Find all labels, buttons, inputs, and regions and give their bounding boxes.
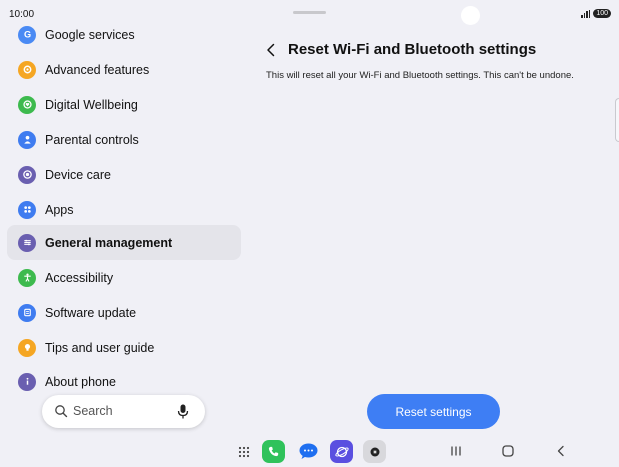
status-indicators: 100 [581,9,611,18]
edge-panel-handle[interactable] [615,98,619,142]
sidebar-item-tips-and-user-guide[interactable]: Tips and user guide [7,330,241,365]
sidebar-item-device-care[interactable]: Device care [7,157,241,192]
sidebar-item-label: General management [45,235,173,250]
sidebar-item-label: Google services [45,27,135,42]
back-button[interactable] [262,41,280,59]
svg-text:G: G [23,30,30,40]
sliders-icon [18,233,36,252]
search-input[interactable]: Search [73,404,113,418]
back-nav-button[interactable] [554,444,568,458]
info-icon [18,372,36,391]
sidebar-item-label: Parental controls [45,132,139,147]
sidebar-item-label: Software update [45,305,137,320]
device-care-icon [18,165,36,184]
sidebar-item-label: Advanced features [45,62,150,77]
google-icon: G [18,25,36,44]
drag-handle[interactable] [293,11,326,14]
sidebar-item-software-update[interactable]: Software update [7,295,241,330]
sidebar-item-label: Apps [45,202,74,217]
phone-app-icon[interactable] [262,440,285,463]
sidebar-item-advanced-features[interactable]: Advanced features [7,52,241,87]
gear-plus-icon [18,60,36,79]
page-title: Reset Wi-Fi and Bluetooth settings [288,41,537,58]
recents-button[interactable] [449,444,463,458]
sidebar-item-label: About phone [45,374,116,389]
sidebar-item-general-management[interactable]: General management [7,225,241,260]
apps-drawer-icon[interactable] [232,440,255,463]
lightbulb-icon [18,338,36,357]
signal-icon [581,9,591,18]
messages-app-icon[interactable] [297,440,320,463]
software-update-icon [18,303,36,322]
heart-icon [18,95,36,114]
sidebar-item-accessibility[interactable]: Accessibility [7,260,241,295]
sidebar-item-apps[interactable]: Apps [7,192,241,227]
microphone-icon[interactable] [176,403,190,420]
sidebar-item-about-phone[interactable]: About phone [7,364,241,399]
sidebar-item-label: Accessibility [45,270,114,285]
front-camera [461,6,480,25]
accessibility-icon [18,268,36,287]
reset-settings-button[interactable]: Reset settings [367,394,500,429]
camera-app-icon[interactable] [363,440,386,463]
sidebar-item-label: Digital Wellbeing [45,97,138,112]
reset-description: This will reset all your Wi-Fi and Bluet… [266,70,574,81]
home-button[interactable] [501,444,515,458]
sidebar-item-label: Device care [45,167,111,182]
person-icon [18,130,36,149]
taskbar [0,436,619,467]
sidebar-item-label: Tips and user guide [45,340,155,355]
sidebar-item-digital-wellbeing[interactable]: Digital Wellbeing [7,87,241,122]
sidebar-item-parental-controls[interactable]: Parental controls [7,122,241,157]
sidebar-item-google-services[interactable]: G Google services [7,17,241,52]
search-icon [55,405,68,418]
search-bar[interactable]: Search [42,395,205,428]
battery-icon: 100 [593,9,611,18]
apps-grid-icon [18,200,36,219]
internet-app-icon[interactable] [330,440,353,463]
